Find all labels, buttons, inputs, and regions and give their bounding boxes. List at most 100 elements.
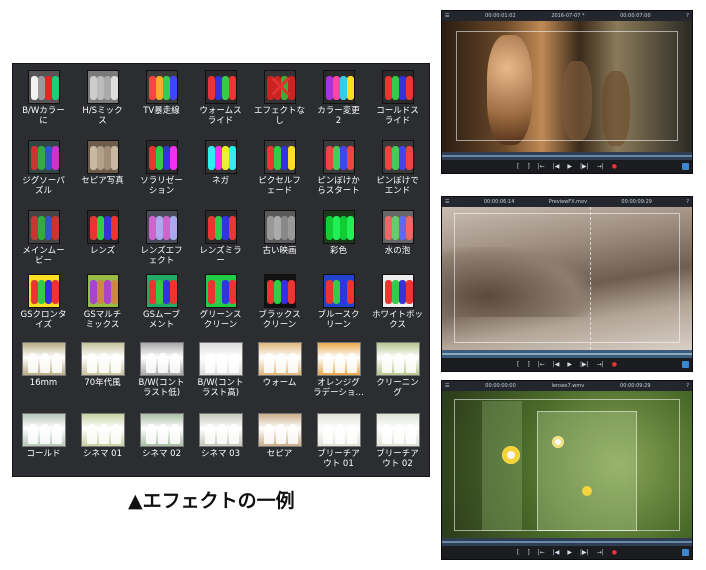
transport-button[interactable]: ● [612, 361, 617, 368]
color-bar [214, 76, 222, 100]
transport-button[interactable]: ● [612, 549, 617, 556]
effect-item[interactable]: グリーンス クリーン [192, 274, 249, 330]
preview-area[interactable] [442, 207, 692, 350]
effect-item[interactable]: レンズミラ ー [192, 210, 249, 266]
options-icon[interactable] [682, 361, 689, 368]
transport-button[interactable]: [ [517, 361, 519, 368]
options-icon[interactable] [682, 549, 689, 556]
help-icon[interactable]: ? [686, 383, 689, 389]
transport-button[interactable]: →| [597, 361, 604, 368]
effect-item[interactable]: B/W(コント ラスト高) [192, 342, 249, 398]
effect-item[interactable]: ピンぼけで エンド [369, 140, 426, 196]
effect-label: ピンぼけで エンド [376, 176, 419, 196]
effect-item[interactable]: ピクセルフ ェード [251, 140, 308, 196]
effect-item[interactable]: ウォームス ライド [192, 70, 249, 126]
transport-button[interactable]: ▶ [567, 163, 572, 170]
transport-button[interactable]: [ [517, 549, 519, 556]
color-bar [44, 216, 52, 240]
color-bar [325, 280, 333, 304]
effect-item[interactable]: ピンぼけか らスタート [310, 140, 367, 196]
color-bar [391, 146, 399, 170]
transport-button[interactable]: →| [597, 163, 604, 170]
effect-item[interactable]: TV暴走線 [133, 70, 190, 116]
player-header: ☰ 00:00:06:14 PreviewFX.mov 00:00:09:29 … [442, 197, 692, 207]
effect-item[interactable]: ブリーチア ウト 01 [310, 413, 367, 469]
timeline[interactable] [442, 538, 692, 546]
transport-button[interactable]: |← [538, 361, 545, 368]
effect-item[interactable]: メインムー ビー [15, 210, 72, 266]
preview-area[interactable] [442, 21, 692, 152]
person-shape [27, 353, 38, 373]
effect-item[interactable]: クリーニン グ [369, 342, 426, 398]
effect-item[interactable]: ジグソーパ ズル [15, 140, 72, 196]
wipe-line [590, 207, 591, 350]
preview-area[interactable] [442, 391, 692, 538]
effect-item[interactable]: B/Wカラー に [15, 70, 72, 126]
effect-item[interactable]: カラー変更 2 [310, 70, 367, 126]
transport-button[interactable]: |◀ [553, 361, 560, 368]
color-bar [332, 280, 340, 304]
effect-item[interactable]: 古い映画 [251, 210, 308, 256]
effect-item[interactable]: ブラックス クリーン [251, 274, 308, 330]
transport-button[interactable]: |▶| [580, 361, 589, 368]
effect-item[interactable]: ブルースク リーン [310, 274, 367, 330]
effect-item[interactable]: コールドス ライド [369, 70, 426, 126]
effect-item[interactable]: ソラリゼー ション [133, 140, 190, 196]
transport-button[interactable]: ] [527, 163, 529, 170]
effect-item[interactable]: B/W(コント ラスト低) [133, 342, 190, 398]
transport-button[interactable]: |← [538, 549, 545, 556]
menu-icon[interactable]: ☰ [445, 383, 449, 389]
effect-item[interactable]: セピア [251, 413, 308, 459]
transport-button[interactable]: |← [538, 163, 545, 170]
effect-item[interactable]: 水の泡 [369, 210, 426, 256]
effect-item[interactable]: セピア写真 [74, 140, 131, 186]
effect-item[interactable]: ネガ [192, 140, 249, 186]
color-bar [339, 216, 347, 240]
effect-item[interactable]: GSムーブ メント [133, 274, 190, 330]
effect-thumbnail [257, 413, 302, 447]
effect-item[interactable]: オレンジグ ラデーショ… [310, 342, 367, 398]
transport-button[interactable]: →| [597, 549, 604, 556]
effect-item[interactable]: シネマ 01 [74, 413, 131, 459]
help-icon[interactable]: ? [686, 13, 689, 19]
transport-button[interactable]: |▶| [580, 163, 589, 170]
transport-button[interactable]: |◀ [553, 163, 560, 170]
effect-item[interactable]: H/Sミック ス [74, 70, 131, 126]
effect-item[interactable]: レンズエフ ェクト [133, 210, 190, 266]
effect-item[interactable]: ホワイトボッ クス [369, 274, 426, 330]
help-icon[interactable]: ? [686, 199, 689, 205]
effect-thumbnail [198, 342, 243, 376]
timeline[interactable] [442, 350, 692, 358]
effect-item[interactable]: ウォーム [251, 342, 308, 388]
transport-button[interactable]: |▶| [580, 549, 589, 556]
transport-button[interactable]: ▶ [567, 549, 572, 556]
effect-item[interactable]: GSマルチ ミックス [74, 274, 131, 330]
transport-button[interactable]: [ [517, 163, 519, 170]
effect-item[interactable]: GSクロンタ イズ [15, 274, 72, 330]
effect-item[interactable]: コールド [15, 413, 72, 459]
menu-icon[interactable]: ☰ [445, 13, 449, 19]
timeline[interactable] [442, 152, 692, 160]
transport-button[interactable]: |◀ [553, 549, 560, 556]
transport-button[interactable]: ] [527, 361, 529, 368]
color-bar [148, 280, 156, 304]
effect-item[interactable]: ✕ エフェクトな し [251, 70, 308, 126]
person-shape [157, 424, 168, 444]
color-bar [398, 146, 406, 170]
effect-item[interactable]: ブリーチア ウト 02 [369, 413, 426, 469]
effect-label: ジグソーパ ズル [22, 176, 65, 196]
options-icon[interactable] [682, 163, 689, 170]
transport-button[interactable]: ] [527, 549, 529, 556]
menu-icon[interactable]: ☰ [445, 199, 449, 205]
effect-item[interactable]: 70年代風 [74, 342, 131, 388]
effect-thumbnail [80, 413, 125, 447]
effect-item[interactable]: レンズ [74, 210, 131, 256]
effect-item[interactable]: 16mm [15, 342, 72, 388]
effect-item[interactable]: シネマ 02 [133, 413, 190, 459]
color-bar [221, 280, 229, 304]
effect-item[interactable]: 彩色 [310, 210, 367, 256]
effect-item[interactable]: シネマ 03 [192, 413, 249, 459]
transport-button[interactable]: ▶ [567, 361, 572, 368]
transport-button[interactable]: ● [612, 163, 617, 170]
person-shape [204, 353, 215, 373]
